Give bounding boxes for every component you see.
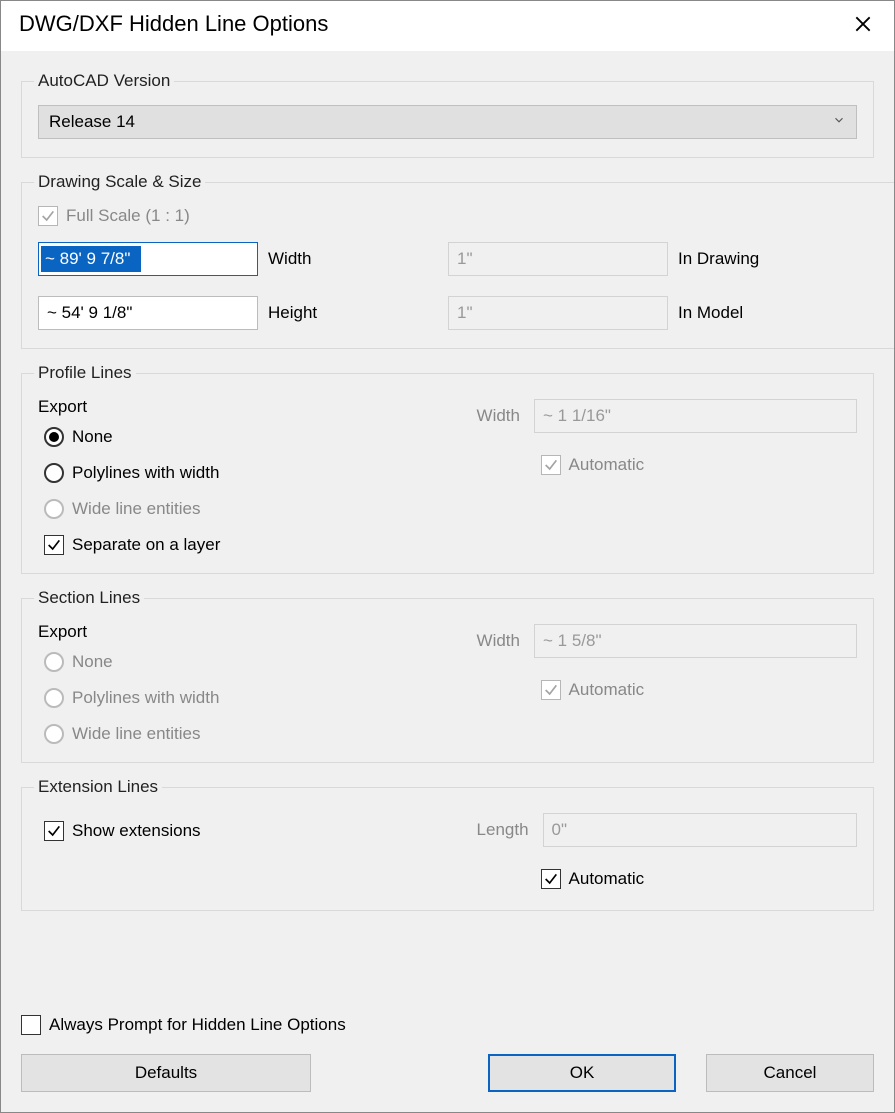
checkbox-icon: [38, 206, 58, 226]
section-automatic-checkbox: Automatic: [541, 680, 645, 700]
section-width-input: ~ 1 5/8": [534, 624, 857, 658]
extension-length-input: 0": [543, 813, 857, 847]
autocad-version-value: Release 14: [49, 112, 135, 132]
in-drawing-label: In Drawing: [678, 249, 878, 269]
profile-width-value: ~ 1 1/16": [543, 406, 611, 426]
radio-icon: [44, 688, 64, 708]
checkbox-icon: [541, 680, 561, 700]
width-label: Width: [268, 249, 438, 269]
height-input[interactable]: ~ 54' 9 1/8": [38, 296, 258, 330]
section-width-value: ~ 1 5/8": [543, 631, 602, 651]
legend-autocad: AutoCAD Version: [34, 71, 174, 91]
in-model-value: 1": [457, 303, 473, 323]
close-button[interactable]: [850, 11, 876, 37]
group-autocad-version: AutoCAD Version Release 14: [21, 71, 874, 158]
section-export-wide-radio: Wide line entities: [44, 724, 457, 744]
section-export-none-radio: None: [44, 652, 457, 672]
profile-poly-label: Polylines with width: [72, 463, 219, 483]
extension-length-label: Length: [477, 820, 529, 840]
profile-export-label: Export: [38, 397, 457, 417]
in-drawing-input: 1": [448, 242, 668, 276]
titlebar: DWG/DXF Hidden Line Options: [1, 1, 894, 51]
height-value: ~ 54' 9 1/8": [47, 303, 132, 323]
radio-icon: [44, 427, 64, 447]
profile-export-wide-radio: Wide line entities: [44, 499, 457, 519]
in-model-label: In Model: [678, 303, 878, 323]
radio-icon: [44, 724, 64, 744]
profile-automatic-checkbox: Automatic: [541, 455, 645, 475]
extension-length-value: 0": [552, 820, 568, 840]
group-drawing-scale: Drawing Scale & Size Full Scale (1 : 1) …: [21, 172, 894, 349]
cancel-button[interactable]: Cancel: [706, 1054, 874, 1092]
chevron-down-icon: [832, 112, 846, 132]
section-none-label: None: [72, 652, 113, 672]
checkbox-icon: [541, 869, 561, 889]
legend-section: Section Lines: [34, 588, 144, 608]
profile-width-input: ~ 1 1/16": [534, 399, 857, 433]
in-model-input: 1": [448, 296, 668, 330]
radio-icon: [44, 499, 64, 519]
legend-extension: Extension Lines: [34, 777, 162, 797]
section-export-polylines-radio: Polylines with width: [44, 688, 457, 708]
profile-wide-label: Wide line entities: [72, 499, 201, 519]
profile-width-label: Width: [477, 406, 520, 426]
section-auto-label: Automatic: [569, 680, 645, 700]
dialog-content: AutoCAD Version Release 14 Drawing Scale…: [1, 51, 894, 1005]
close-icon: [853, 14, 873, 34]
legend-scale: Drawing Scale & Size: [34, 172, 205, 192]
legend-profile: Profile Lines: [34, 363, 136, 383]
ok-button[interactable]: OK: [488, 1054, 676, 1092]
fullscale-label: Full Scale (1 : 1): [66, 206, 190, 226]
profile-export-none-radio[interactable]: None: [44, 427, 457, 447]
autocad-version-select[interactable]: Release 14: [38, 105, 857, 139]
profile-auto-label: Automatic: [569, 455, 645, 475]
width-input[interactable]: ~ 89' 9 7/8": [38, 242, 258, 276]
in-drawing-value: 1": [457, 249, 473, 269]
dialog-title: DWG/DXF Hidden Line Options: [19, 11, 328, 37]
section-export-label: Export: [38, 622, 457, 642]
checkbox-icon: [541, 455, 561, 475]
group-extension-lines: Extension Lines Show extensions Length 0…: [21, 777, 874, 911]
fullscale-checkbox: Full Scale (1 : 1): [38, 206, 190, 226]
profile-separate-label: Separate on a layer: [72, 535, 220, 555]
section-width-label: Width: [477, 631, 520, 651]
dialog-footer: Always Prompt for Hidden Line Options De…: [1, 1005, 894, 1112]
show-extensions-checkbox[interactable]: Show extensions: [44, 821, 201, 841]
checkbox-icon: [44, 821, 64, 841]
group-section-lines: Section Lines Export None Polylines with…: [21, 588, 874, 763]
extension-auto-label: Automatic: [569, 869, 645, 889]
always-prompt-checkbox[interactable]: Always Prompt for Hidden Line Options: [21, 1015, 346, 1035]
checkbox-icon: [21, 1015, 41, 1035]
height-label: Height: [268, 303, 438, 323]
section-poly-label: Polylines with width: [72, 688, 219, 708]
radio-icon: [44, 463, 64, 483]
group-profile-lines: Profile Lines Export None Polylines with…: [21, 363, 874, 574]
profile-none-label: None: [72, 427, 113, 447]
always-prompt-label: Always Prompt for Hidden Line Options: [49, 1015, 346, 1035]
show-extensions-label: Show extensions: [72, 821, 201, 841]
section-wide-label: Wide line entities: [72, 724, 201, 744]
checkbox-icon: [44, 535, 64, 555]
profile-export-polylines-radio[interactable]: Polylines with width: [44, 463, 457, 483]
extension-automatic-checkbox[interactable]: Automatic: [541, 869, 645, 889]
profile-separate-checkbox[interactable]: Separate on a layer: [44, 535, 457, 555]
dialog-window: DWG/DXF Hidden Line Options AutoCAD Vers…: [0, 0, 895, 1113]
defaults-button[interactable]: Defaults: [21, 1054, 311, 1092]
radio-icon: [44, 652, 64, 672]
width-value: ~ 89' 9 7/8": [41, 246, 141, 272]
